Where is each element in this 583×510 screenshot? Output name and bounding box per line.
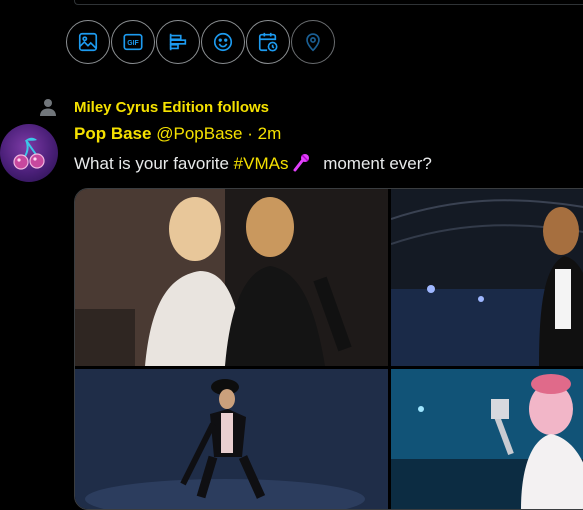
location-button[interactable] bbox=[291, 20, 335, 64]
media-icon bbox=[78, 32, 98, 52]
media-photo-4[interactable] bbox=[391, 369, 583, 509]
tweet-text-end: moment ever? bbox=[318, 154, 432, 173]
compose-toolbar: GIF bbox=[66, 20, 336, 64]
poll-icon bbox=[169, 33, 187, 51]
media-photo-3[interactable] bbox=[75, 369, 388, 509]
timestamp[interactable]: 2m bbox=[258, 124, 282, 143]
schedule-button[interactable] bbox=[246, 20, 290, 64]
social-context-text[interactable]: Miley Cyrus Edition follows bbox=[74, 99, 269, 116]
gif-button[interactable]: GIF bbox=[111, 20, 155, 64]
photo-2-illustration bbox=[391, 189, 583, 366]
photo-3-illustration bbox=[75, 369, 388, 509]
gif-icon: GIF bbox=[123, 33, 143, 51]
emoji-button[interactable] bbox=[201, 20, 245, 64]
emoji-icon bbox=[213, 32, 233, 52]
poll-button[interactable] bbox=[156, 20, 200, 64]
photo-4-illustration bbox=[391, 369, 583, 509]
svg-text:GIF: GIF bbox=[127, 40, 138, 47]
location-icon bbox=[306, 33, 320, 52]
author-handle[interactable]: @PopBase bbox=[156, 124, 242, 143]
media-photo-1[interactable] bbox=[75, 189, 388, 366]
media-photo-2[interactable] bbox=[391, 189, 583, 366]
social-context: Miley Cyrus Edition follows bbox=[40, 98, 269, 116]
avatar[interactable] bbox=[0, 124, 58, 182]
media-grid bbox=[74, 188, 583, 510]
compose-divider bbox=[74, 0, 583, 5]
tweet-text: What is your favorite #VMAs moment ever? bbox=[74, 152, 432, 174]
microphone-icon bbox=[293, 154, 310, 172]
tweet-header: Pop Base @PopBase · 2m bbox=[74, 124, 281, 144]
separator: · bbox=[247, 124, 253, 143]
photo-1-illustration bbox=[75, 189, 388, 366]
schedule-icon bbox=[258, 32, 278, 52]
tweet-text-start: What is your favorite bbox=[74, 154, 234, 173]
cherry-icon bbox=[13, 137, 45, 170]
media-button[interactable] bbox=[66, 20, 110, 64]
hashtag-link[interactable]: #VMAs bbox=[234, 154, 289, 173]
person-icon bbox=[40, 99, 56, 116]
author-name[interactable]: Pop Base bbox=[74, 124, 151, 143]
